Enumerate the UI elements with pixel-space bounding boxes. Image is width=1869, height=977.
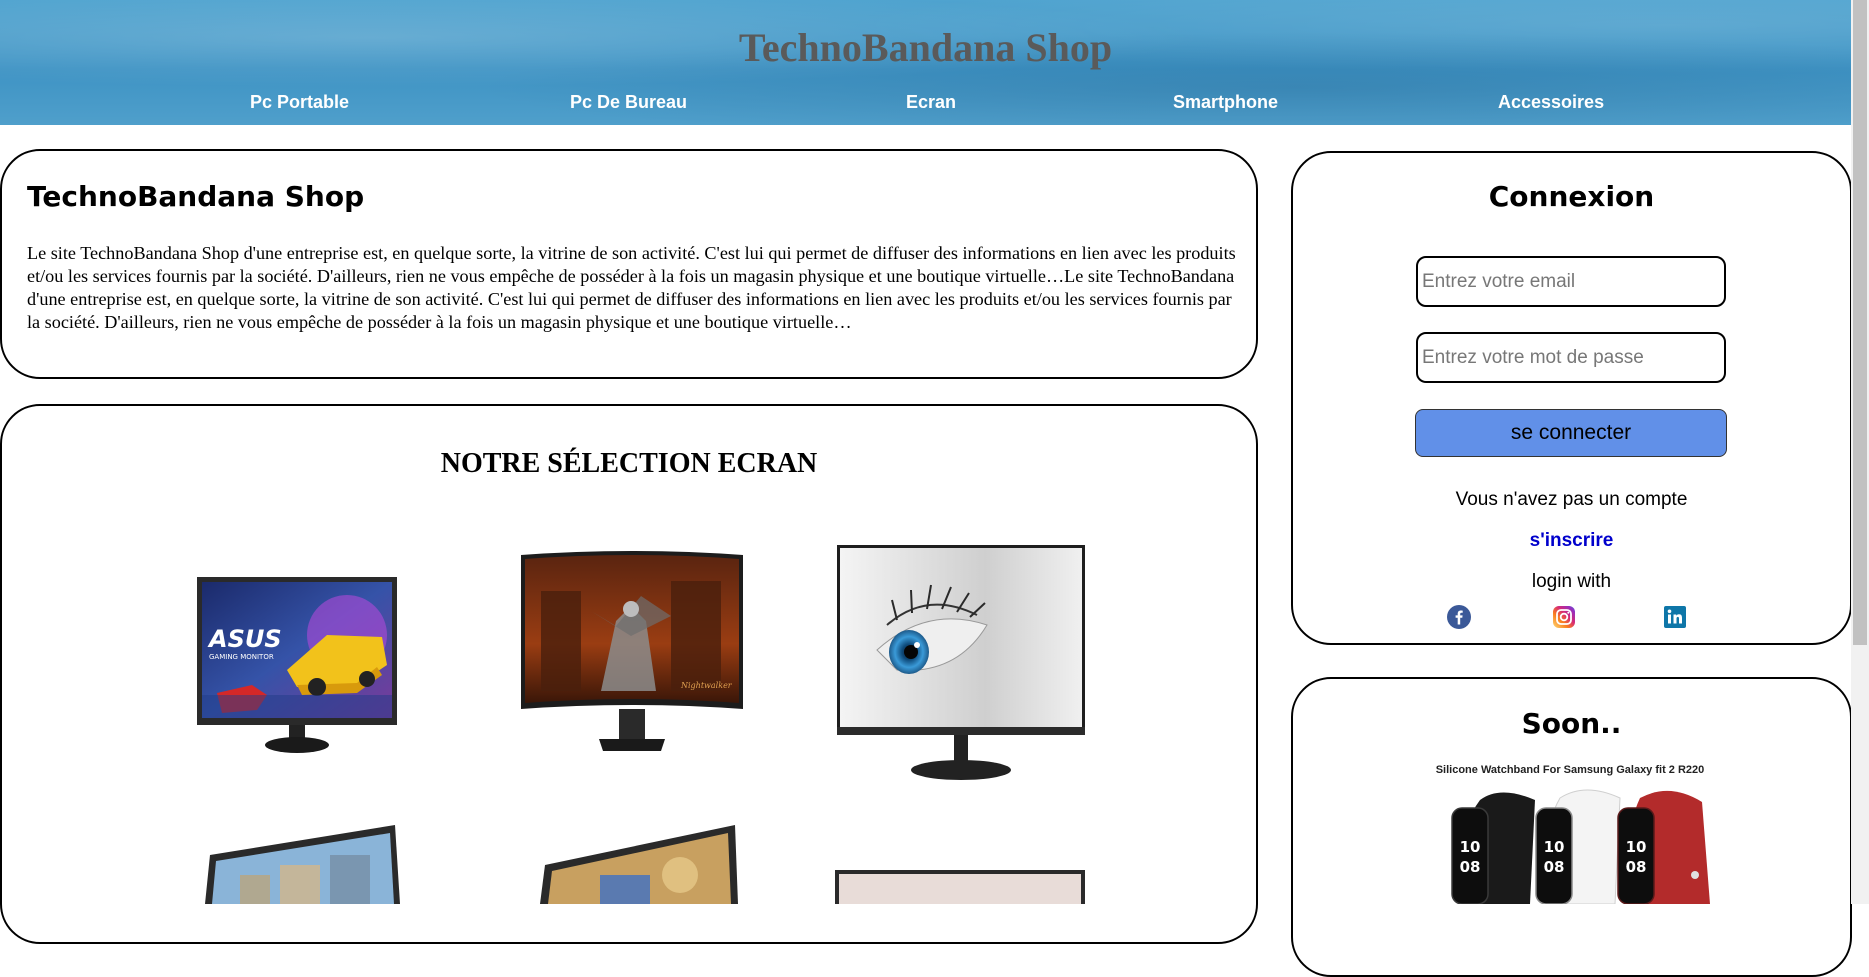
soon-title: Soon.. — [1521, 707, 1622, 740]
watch-time-hours-3: 10 — [1626, 838, 1647, 856]
nav-item-smartphone[interactable]: Smartphone — [1173, 92, 1278, 113]
nav-item-pc-portable[interactable]: Pc Portable — [250, 92, 349, 113]
password-field[interactable] — [1416, 332, 1726, 383]
watch-time-minutes-3: 08 — [1626, 858, 1647, 876]
product-image-curved-monitor[interactable]: Nightwalker — [521, 551, 743, 756]
login-title: Connexion — [1488, 180, 1655, 213]
scrollbar-thumb[interactable] — [1853, 0, 1867, 645]
product-image-monitor-4[interactable] — [200, 825, 402, 904]
selection-title: NOTRE SÉLECTION ECRAN — [440, 448, 818, 479]
signup-link-row: s'inscrire — [1291, 530, 1852, 552]
page-scrollbar[interactable] — [1851, 0, 1869, 904]
site-title: TechnoBandana Shop — [738, 25, 1113, 70]
intro-title: TechnoBandana Shop — [27, 180, 365, 213]
site-header: TechnoBandana Shop Pc Portable Pc De Bur… — [0, 0, 1851, 125]
nav-item-ecran[interactable]: Ecran — [906, 92, 956, 113]
product-image-monitor-6[interactable] — [835, 870, 1085, 904]
intro-text: Le site TechnoBandana Shop d'une entrepr… — [27, 243, 1236, 332]
soon-product-image: 10 08 10 08 10 08 — [1451, 789, 1710, 904]
watch-time-minutes-2: 08 — [1544, 858, 1565, 876]
product-image-monitor-5[interactable] — [540, 825, 740, 904]
product-image-eye-monitor[interactable] — [837, 545, 1085, 785]
login-with-text: login with — [1531, 571, 1612, 592]
asus-logo-subtext: GAMING MONITOR — [209, 653, 274, 661]
product-image-asus-monitor[interactable]: ASUS GAMING MONITOR — [197, 575, 397, 757]
linkedin-icon[interactable] — [1663, 605, 1687, 629]
soon-product-caption: Silicone Watchband For Samsung Galaxy fi… — [1435, 764, 1705, 776]
instagram-icon[interactable] — [1552, 605, 1576, 629]
signup-link[interactable]: s'inscrire — [1530, 530, 1614, 551]
asus-logo-text: ASUS — [207, 625, 282, 653]
facebook-icon[interactable] — [1447, 605, 1471, 629]
login-button[interactable]: se connecter — [1415, 409, 1727, 457]
watch-time-hours-2: 10 — [1544, 838, 1565, 856]
no-account-text: Vous n'avez pas un compte — [1455, 489, 1688, 510]
email-field[interactable] — [1416, 256, 1726, 307]
nav-item-accessoires[interactable]: Accessoires — [1498, 92, 1604, 113]
monitor2-screen-caption: Nightwalker — [680, 681, 733, 690]
watch-time-minutes: 08 — [1460, 858, 1481, 876]
watch-time-hours: 10 — [1460, 838, 1481, 856]
nav-item-pc-de-bureau[interactable]: Pc De Bureau — [570, 92, 687, 113]
